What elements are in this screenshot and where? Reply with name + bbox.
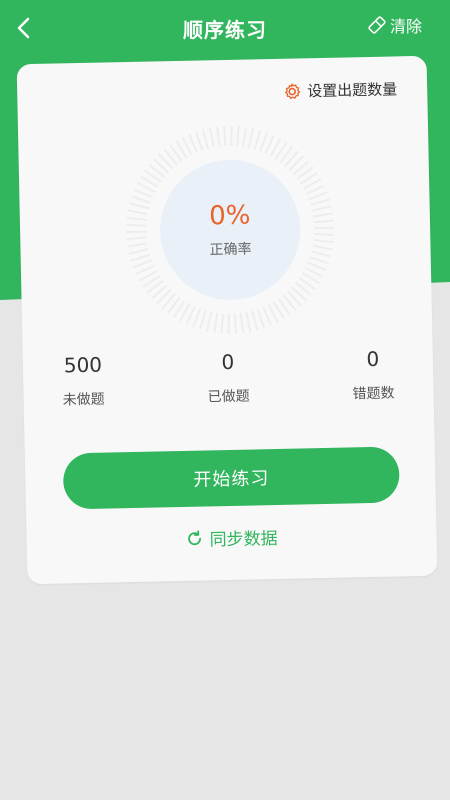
gauge-tick (312, 212, 333, 218)
stat-done-value: 0 (221, 349, 235, 375)
top-bar: 顺序练习 清除 (0, 0, 450, 56)
gauge-tick (130, 253, 151, 262)
gauge-tick (126, 216, 147, 221)
stat-undone-label: 未做题 (62, 391, 105, 409)
gauge-tick (132, 259, 153, 269)
gauge-tick (194, 131, 204, 151)
gauge-tick (201, 129, 210, 150)
stat-wrong: 0 错题数 (313, 346, 434, 405)
gauge-tick (313, 219, 334, 224)
gauge-tick (208, 127, 215, 148)
gauge-tick (311, 250, 331, 258)
gauge-tick (126, 223, 147, 227)
gauge-tick (188, 133, 198, 154)
gauge-tick (312, 244, 333, 251)
gauge-tick (253, 130, 262, 150)
gauge-tick (251, 310, 259, 331)
stats-row: 500 未做题 0 已做题 0 错题数 (23, 346, 434, 425)
gauge-tick (220, 313, 225, 334)
sync-label: 同步数据 (209, 528, 278, 551)
accuracy-label: 正确率 (209, 241, 252, 259)
settings-label: 设置出题数量 (307, 80, 398, 101)
gauge-tick (309, 256, 329, 265)
gauge-tick (233, 313, 237, 334)
stat-done-label: 已做题 (207, 388, 250, 406)
gauge-tick (256, 308, 266, 329)
stat-done: 0 已做题 (168, 349, 289, 408)
gauge-tick (245, 312, 252, 333)
set-question-count-button[interactable]: 设置出题数量 (283, 78, 397, 101)
gauge-tick (126, 236, 147, 241)
gauge-tick (313, 233, 335, 236)
accuracy-value: 0% (208, 200, 251, 232)
gauge-tick (128, 248, 149, 255)
gauge-tick (230, 125, 233, 146)
accuracy-gauge: 0% 正确率 (118, 118, 343, 343)
sync-data-button[interactable]: 同步数据 (26, 521, 436, 555)
gauge-tick (127, 209, 148, 216)
gauge-tick (129, 202, 150, 210)
stat-wrong-value: 0 (366, 346, 380, 372)
gear-icon (284, 82, 301, 99)
gauge-tick (216, 126, 221, 147)
gauge-tick (239, 313, 245, 334)
refresh-icon (188, 529, 201, 545)
gauge-tick (313, 238, 334, 244)
gauge-tick (192, 308, 202, 328)
gauge-tick (259, 132, 268, 152)
gauge-tick (227, 313, 230, 334)
gauge-tick (236, 126, 240, 147)
clear-button[interactable]: 清除 (368, 13, 422, 37)
practice-card: 设置出题数量 0% 正确率 500 未做题 0 已做题 0 错题数 开始练习 同… (16, 55, 438, 585)
gauge-tick (311, 205, 332, 212)
gauge-tick (223, 126, 227, 147)
gauge-tick (241, 126, 248, 148)
gauge-tick (213, 312, 219, 333)
gauge-tick (310, 198, 330, 207)
stat-undone-value: 500 (63, 352, 103, 378)
gauge-tick (199, 310, 207, 330)
gauge-tick (262, 306, 273, 326)
gauge-tick (308, 191, 328, 201)
gauge-tick (206, 311, 213, 332)
stat-wrong-label: 错题数 (352, 385, 395, 403)
gauge-tick (131, 195, 151, 204)
gauge-tick (127, 242, 148, 248)
gauge-tick (247, 128, 255, 149)
eraser-icon (368, 16, 386, 34)
start-practice-button[interactable]: 开始练习 (62, 446, 400, 510)
clear-label: 清除 (389, 17, 422, 36)
stat-undone: 500 未做题 (23, 352, 144, 411)
